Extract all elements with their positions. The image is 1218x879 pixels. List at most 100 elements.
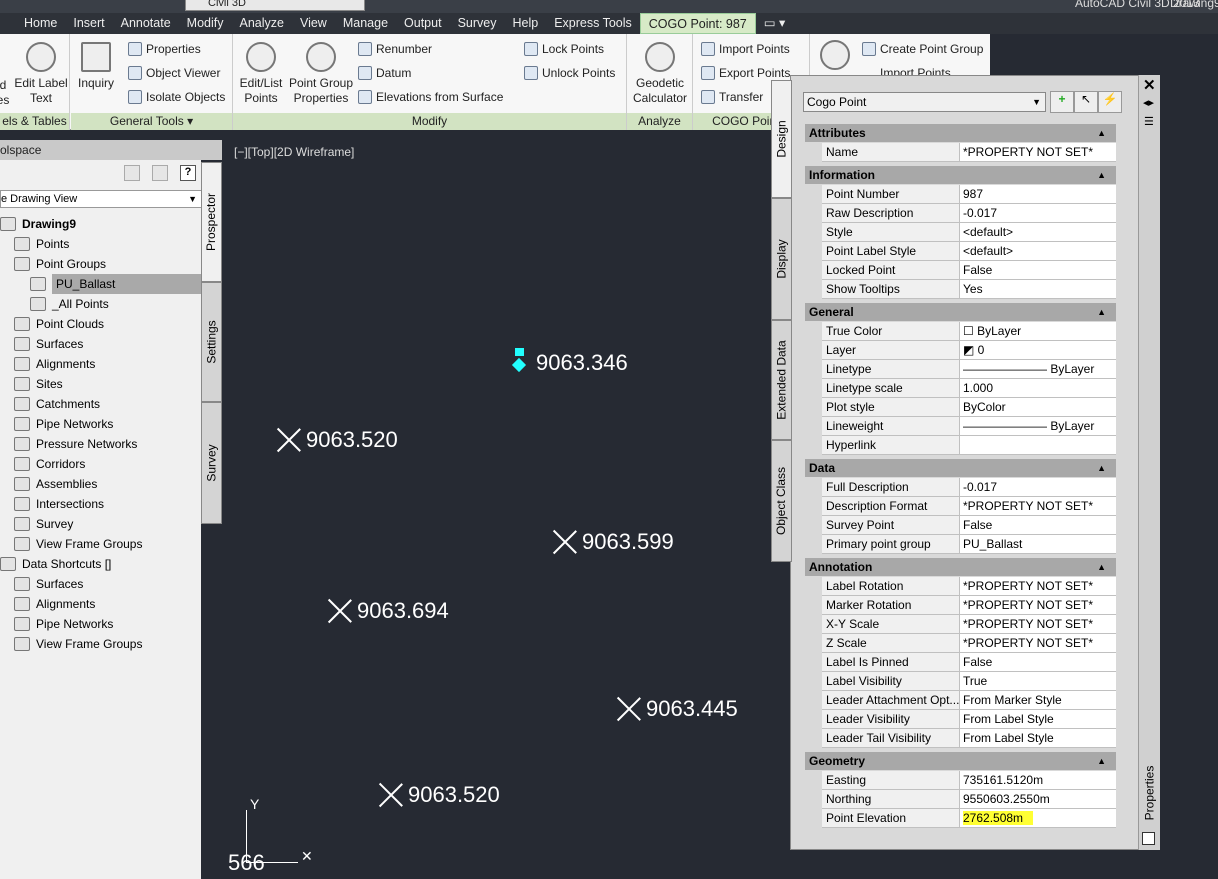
- lock-points-button[interactable]: Lock Points: [524, 42, 604, 56]
- viewport-controls[interactable]: [−][Top][2D Wireframe]: [234, 145, 354, 159]
- property-value[interactable]: -0.017: [960, 478, 1116, 496]
- tree-item[interactable]: Pipe Networks: [14, 614, 113, 634]
- tab-survey[interactable]: Survey: [201, 402, 222, 524]
- palette-title-bar[interactable]: [1138, 75, 1160, 850]
- section-header-annotation[interactable]: Annotation ▲: [805, 558, 1116, 576]
- collapse-icon[interactable]: ▲: [1097, 459, 1106, 477]
- property-row[interactable]: Label Visibility True: [822, 672, 1116, 691]
- properties-button[interactable]: Properties: [128, 42, 201, 56]
- select-objects-icon[interactable]: ↖: [1074, 91, 1098, 113]
- ribbon-tab[interactable]: Output: [396, 13, 450, 34]
- cogo-point[interactable]: 9063.445: [616, 696, 738, 722]
- isolate-objects-button[interactable]: Isolate Objects: [128, 90, 225, 104]
- tab-prospector[interactable]: Prospector: [201, 162, 222, 282]
- tree-item[interactable]: Pipe Networks: [14, 414, 113, 434]
- tree-item[interactable]: PU_Ballast: [30, 274, 206, 294]
- object-type-select[interactable]: Cogo Point ▼: [803, 92, 1046, 112]
- workspace-select[interactable]: Civil 3D: [185, 0, 365, 11]
- property-row[interactable]: Point Elevation 2762.508m: [822, 809, 1116, 828]
- property-value[interactable]: <default>: [960, 223, 1116, 241]
- inquiry-button[interactable]: Inquiry: [75, 42, 117, 91]
- add-tables-button[interactable]: d es: [0, 78, 10, 108]
- property-row[interactable]: Leader Visibility From Label Style: [822, 710, 1116, 729]
- property-value[interactable]: False: [960, 261, 1116, 279]
- property-value[interactable]: *PROPERTY NOT SET*: [960, 577, 1116, 595]
- palette-properties-icon[interactable]: [1142, 832, 1155, 845]
- import-points-button[interactable]: Import Points: [701, 42, 790, 56]
- section-header-attributes[interactable]: Attributes ▲: [805, 124, 1116, 142]
- tree-item[interactable]: View Frame Groups: [14, 534, 142, 554]
- tree-item[interactable]: Surfaces: [14, 334, 83, 354]
- property-row[interactable]: Lineweight ——————— ByLayer: [822, 417, 1116, 436]
- tree-item[interactable]: Intersections: [14, 494, 104, 514]
- property-value[interactable]: *PROPERTY NOT SET*: [960, 634, 1116, 652]
- property-value[interactable]: 2762.508m: [960, 809, 1116, 827]
- property-row[interactable]: Plot style ByColor: [822, 398, 1116, 417]
- camera-icon[interactable]: ▭ ▾: [756, 13, 794, 34]
- ribbon-tab[interactable]: Help: [504, 13, 546, 34]
- tree-item[interactable]: Surfaces: [14, 574, 83, 594]
- property-row[interactable]: Show Tooltips Yes: [822, 280, 1116, 299]
- property-row[interactable]: Point Number 987: [822, 185, 1116, 204]
- tab-display[interactable]: Display: [771, 198, 792, 320]
- ribbon-tab[interactable]: View: [292, 13, 335, 34]
- section-header-general[interactable]: General ▲: [805, 303, 1116, 321]
- property-row[interactable]: Easting 735161.5120m: [822, 771, 1116, 790]
- ribbon-tab[interactable]: Insert: [65, 13, 112, 34]
- tree-item[interactable]: Points: [14, 234, 69, 254]
- toolspace-tree-icon[interactable]: [124, 165, 140, 181]
- property-value[interactable]: False: [960, 653, 1116, 671]
- panel-title[interactable]: General Tools ▾: [71, 113, 232, 130]
- property-row[interactable]: Leader Attachment Opt... From Marker Styl…: [822, 691, 1116, 710]
- tree-item[interactable]: Corridors: [14, 454, 85, 474]
- collapse-icon[interactable]: ▲: [1097, 558, 1106, 576]
- tree-item[interactable]: Alignments: [14, 594, 95, 614]
- property-value[interactable]: From Label Style: [960, 710, 1116, 728]
- cogo-point[interactable]: 9063.520: [276, 427, 398, 453]
- tree-item[interactable]: Sites: [14, 374, 63, 394]
- property-row[interactable]: Primary point group PU_Ballast: [822, 535, 1116, 554]
- property-row[interactable]: Full Description -0.017: [822, 478, 1116, 497]
- property-row[interactable]: Layer ◩ 0: [822, 341, 1116, 360]
- collapse-icon[interactable]: ▲: [1097, 303, 1106, 321]
- property-row[interactable]: Point Label Style <default>: [822, 242, 1116, 261]
- object-viewer-button[interactable]: Object Viewer: [128, 66, 220, 80]
- elevations-from-surface-button[interactable]: Elevations from Surface: [358, 90, 503, 104]
- property-value[interactable]: *PROPERTY NOT SET*: [960, 615, 1116, 633]
- unlock-points-button[interactable]: Unlock Points: [524, 66, 615, 80]
- property-value[interactable]: *PROPERTY NOT SET*: [960, 596, 1116, 614]
- cogo-point[interactable]: 9063.694: [327, 598, 449, 624]
- property-value[interactable]: [960, 436, 1116, 454]
- property-row[interactable]: Locked Point False: [822, 261, 1116, 280]
- property-value[interactable]: From Marker Style: [960, 691, 1116, 709]
- collapse-icon[interactable]: ▲: [1097, 752, 1106, 770]
- quick-select-icon[interactable]: ⚡: [1098, 91, 1122, 113]
- tab-settings[interactable]: Settings: [201, 282, 222, 402]
- property-row[interactable]: X-Y Scale *PROPERTY NOT SET*: [822, 615, 1116, 634]
- auto-hide-icon[interactable]: ◂▸: [1143, 96, 1154, 109]
- property-row[interactable]: Description Format *PROPERTY NOT SET*: [822, 497, 1116, 516]
- property-value[interactable]: ☐ ByLayer: [960, 322, 1116, 340]
- tab-design[interactable]: Design: [771, 80, 792, 198]
- property-row[interactable]: Northing 9550603.2550m: [822, 790, 1116, 809]
- edit-list-points-button[interactable]: Edit/List Points: [236, 42, 286, 106]
- tab-extended-data[interactable]: Extended Data: [771, 320, 792, 440]
- ribbon-tab[interactable]: Analyze: [231, 13, 291, 34]
- property-value[interactable]: 987: [960, 185, 1116, 203]
- point-group-properties-button[interactable]: Point Group Properties: [286, 42, 356, 106]
- property-value[interactable]: ◩ 0: [960, 341, 1116, 359]
- add-to-selection-icon[interactable]: +: [1050, 91, 1074, 113]
- property-row[interactable]: Linetype scale 1.000: [822, 379, 1116, 398]
- property-row[interactable]: Raw Description -0.017: [822, 204, 1116, 223]
- datum-button[interactable]: Datum: [358, 66, 411, 80]
- property-value[interactable]: False: [960, 516, 1116, 534]
- tree-item[interactable]: Drawing9: [0, 214, 76, 234]
- transfer-button[interactable]: Transfer: [701, 90, 763, 104]
- property-value[interactable]: ——————— ByLayer: [960, 360, 1116, 378]
- property-value[interactable]: PU_Ballast: [960, 535, 1116, 553]
- property-row[interactable]: Label Is Pinned False: [822, 653, 1116, 672]
- property-value[interactable]: <default>: [960, 242, 1116, 260]
- edit-label-text-button[interactable]: Edit Label Text: [12, 42, 70, 106]
- help-icon[interactable]: ?: [180, 165, 196, 181]
- create-point-group-button[interactable]: Create Point Group: [862, 42, 983, 56]
